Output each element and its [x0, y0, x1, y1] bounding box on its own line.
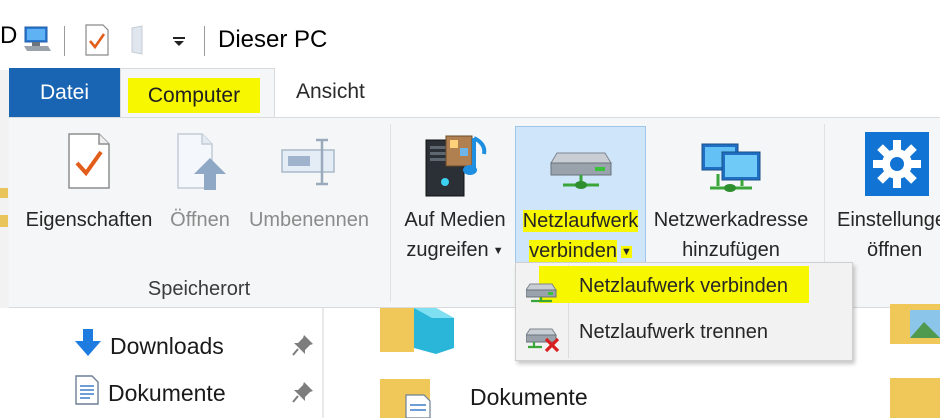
network-drive-icon	[549, 143, 613, 202]
computer-icon[interactable]	[22, 24, 52, 59]
tab-ansicht[interactable]: Ansicht	[296, 80, 365, 104]
properties-checkmark-icon[interactable]	[84, 24, 110, 61]
open-label: Öffnen	[170, 209, 230, 231]
folder-documents-icon[interactable]	[380, 375, 450, 418]
open-settings-label: Einstellungen öffnen	[837, 205, 940, 265]
access-media-line1: Auf Medien	[404, 209, 506, 231]
folder-icon[interactable]	[890, 378, 940, 418]
access-media-line2: zugreifen	[406, 239, 489, 261]
media-icon	[420, 130, 490, 207]
properties-label: Eigenschaften	[25, 209, 153, 231]
chevron-down-icon: ▼	[620, 245, 632, 258]
settings-gear-icon	[865, 132, 929, 205]
partial-nav-glyph: D	[0, 22, 18, 49]
customize-dropdown-icon[interactable]	[172, 34, 186, 52]
folder-pictures-icon[interactable]	[890, 304, 940, 349]
map-drive-dropdown-menu: Netzlaufwerk verbinden Netzlaufwerk tren…	[515, 262, 853, 361]
nav-item-label: Dokumente	[108, 379, 226, 406]
toolbar-separator	[204, 26, 205, 56]
chevron-down-icon: ▼	[492, 244, 504, 257]
properties-checkmark-icon	[66, 132, 112, 199]
map-drive-line2: verbinden	[529, 240, 617, 262]
open-settings-button[interactable]: Einstellungen öffnen	[833, 118, 940, 268]
access-media-label: Auf Medien zugreifen ▼	[395, 205, 515, 266]
pane-divider[interactable]	[322, 308, 324, 418]
add-network-location-label: Netzwerkadresse hinzufügen	[646, 205, 816, 265]
pin-icon[interactable]	[292, 381, 314, 408]
add-location-line1: Netzwerkadresse	[653, 209, 809, 231]
menu-item-disconnect-drive[interactable]: Netzlaufwerk trennen	[516, 311, 852, 357]
settings-line2: öffnen	[867, 239, 923, 261]
network-location-icon	[698, 138, 764, 205]
pin-icon[interactable]	[292, 334, 314, 361]
menu-item-label: Netzlaufwerk verbinden	[579, 275, 788, 297]
add-network-location-button[interactable]: Netzwerkadresse hinzufügen	[646, 118, 816, 268]
folder-edge-icon	[0, 188, 8, 198]
tab-computer-container: Computer	[120, 68, 275, 118]
download-arrow-icon	[74, 328, 102, 364]
rename-button[interactable]: Umbenennen	[243, 118, 375, 268]
nav-item-documents[interactable]: Dokumente	[74, 373, 226, 413]
disconnect-drive-icon	[525, 323, 562, 358]
nav-item-downloads[interactable]: Downloads	[74, 326, 224, 366]
map-drive-icon	[525, 274, 560, 309]
title-bar: D Dieser PC	[0, 0, 940, 70]
group-label-location: Speicherort	[147, 278, 251, 300]
folder-edge-icon	[0, 215, 8, 227]
properties-button[interactable]: Eigenschaften	[19, 118, 159, 268]
map-network-drive-button[interactable]: Netzlaufwerk verbinden ▼	[515, 126, 646, 263]
access-media-button[interactable]: Auf Medien zugreifen ▼	[395, 118, 515, 268]
open-document-icon	[174, 132, 226, 201]
rename-icon	[278, 136, 340, 197]
nav-pane-edge	[0, 70, 9, 308]
menu-item-map-drive[interactable]: Netzlaufwerk verbinden	[516, 263, 852, 309]
new-folder-icon[interactable]	[128, 24, 152, 61]
map-drive-line1: Netzlaufwerk	[522, 210, 639, 232]
settings-line1: Einstellungen	[837, 209, 940, 231]
map-network-drive-label: Netzlaufwerk verbinden ▼	[516, 206, 645, 267]
group-separator	[390, 124, 391, 302]
window-title: Dieser PC	[218, 26, 328, 53]
toolbar-separator	[64, 26, 65, 56]
tab-datei[interactable]: Datei	[9, 68, 120, 118]
open-button[interactable]: Öffnen	[161, 118, 239, 268]
rename-label: Umbenennen	[248, 209, 370, 231]
folder-3d-objects-icon[interactable]	[378, 308, 460, 359]
content-item-label[interactable]: Dokumente	[470, 384, 588, 411]
tab-computer[interactable]: Computer	[128, 78, 260, 113]
add-location-line2: hinzufügen	[682, 239, 780, 261]
documents-icon	[74, 374, 100, 412]
menu-item-label: Netzlaufwerk trennen	[579, 321, 768, 343]
nav-item-label: Downloads	[110, 332, 224, 359]
